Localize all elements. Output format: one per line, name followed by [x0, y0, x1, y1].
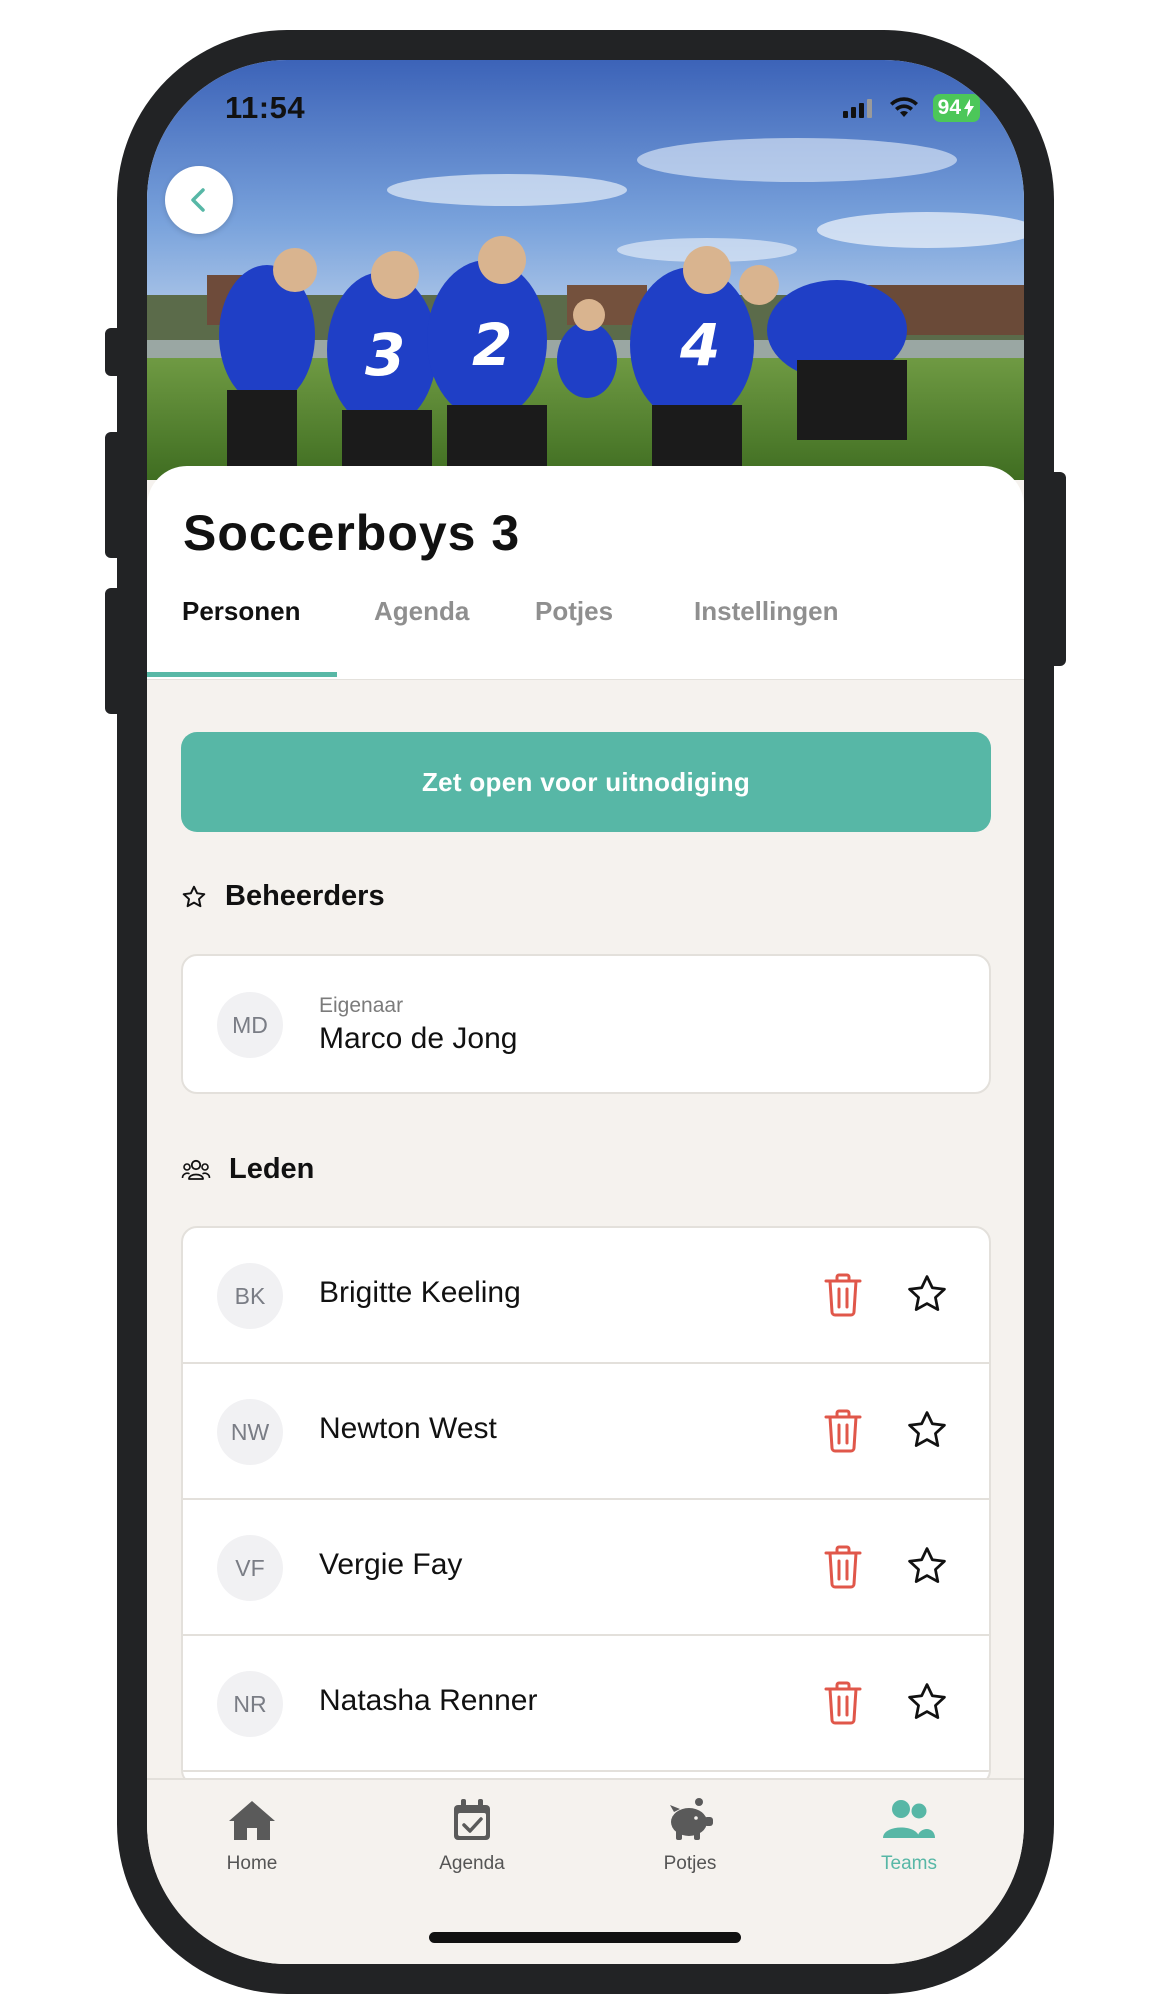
nav-label: Teams — [881, 1853, 937, 1874]
list-item[interactable]: BK Brigitte Keeling — [183, 1228, 989, 1364]
open-for-invitation-button[interactable]: Zet open voor uitnodiging — [181, 732, 991, 832]
star-icon[interactable] — [905, 1272, 949, 1316]
list-item[interactable]: NR Natasha Renner — [183, 1636, 989, 1772]
page-title: Soccerboys 3 — [183, 505, 521, 561]
jersey-number: 2 — [472, 311, 512, 379]
member-name: Natasha Renner — [319, 1684, 538, 1717]
members-section-header: Leden — [181, 1153, 314, 1186]
tab-potjes[interactable]: Potjes — [535, 596, 613, 627]
member-name: Newton West — [319, 1412, 497, 1445]
bottom-tab-bar: Home Agenda Potjes Teams — [147, 1778, 1024, 1964]
team-header: Soccerboys 3 Personen Agenda Potjes Inst… — [147, 466, 1024, 680]
tab-agenda[interactable]: Agenda — [374, 596, 469, 627]
avatar: MD — [217, 992, 283, 1058]
chevron-left-icon — [191, 188, 205, 212]
charging-bolt-icon — [964, 99, 974, 117]
member-name: Brigitte Keeling — [319, 1276, 521, 1309]
trash-icon[interactable] — [823, 1408, 863, 1454]
app-screen: 3 2 4 11:54 94 Soccerboys 3 Personen Age… — [147, 60, 1024, 1964]
jersey-number: 3 — [365, 321, 405, 389]
nav-label: Agenda — [439, 1853, 505, 1874]
section-title: Leden — [229, 1153, 315, 1185]
admins-section-header: Beheerders — [181, 880, 385, 913]
avatar: BK — [217, 1263, 283, 1329]
status-time: 11:54 — [225, 90, 306, 125]
battery-level: 94 — [937, 96, 961, 119]
nav-agenda[interactable]: Agenda — [412, 1798, 532, 1875]
cellular-signal-icon — [842, 99, 872, 118]
trash-icon[interactable] — [823, 1680, 863, 1726]
battery-indicator: 94 — [932, 94, 980, 122]
status-bar: 11:54 94 — [147, 60, 1024, 150]
calendar-check-icon — [454, 1799, 490, 1840]
avatar: NW — [217, 1399, 283, 1465]
admins-card: MD Eigenaar Marco de Jong — [181, 954, 991, 1094]
nav-label: Potjes — [663, 1853, 717, 1874]
admin-role: Eigenaar — [319, 994, 404, 1017]
group-icon — [181, 1159, 211, 1180]
wifi-icon — [889, 97, 918, 117]
back-button[interactable] — [165, 166, 233, 234]
jersey-number: 4 — [679, 311, 720, 379]
status-icons: 94 — [842, 94, 980, 122]
avatar: NR — [217, 1671, 283, 1737]
star-outline-icon — [182, 885, 206, 907]
list-item[interactable]: NW Newton West — [183, 1364, 989, 1500]
nav-label: Home — [226, 1853, 278, 1874]
nav-teams[interactable]: Teams — [849, 1798, 969, 1875]
tab-instellingen[interactable]: Instellingen — [694, 596, 838, 627]
home-indicator — [429, 1932, 741, 1943]
avatar: VF — [217, 1535, 283, 1601]
users-icon — [883, 1800, 935, 1838]
star-icon[interactable] — [905, 1680, 949, 1724]
trash-icon[interactable] — [823, 1272, 863, 1318]
admin-name: Marco de Jong — [319, 1022, 518, 1055]
piggy-bank-icon — [670, 1798, 713, 1840]
tab-bar: Personen Agenda Potjes Instellingen — [147, 596, 1024, 680]
trash-icon[interactable] — [823, 1544, 863, 1590]
star-icon[interactable] — [905, 1408, 949, 1452]
tab-personen[interactable]: Personen — [182, 596, 301, 627]
nav-home[interactable]: Home — [192, 1798, 312, 1875]
members-list: BK Brigitte Keeling NW Newton West VF Ve… — [181, 1226, 991, 1786]
home-icon — [229, 1801, 275, 1840]
nav-potjes[interactable]: Potjes — [630, 1798, 750, 1875]
member-name: Vergie Fay — [319, 1548, 463, 1581]
list-item[interactable]: VF Vergie Fay — [183, 1500, 989, 1636]
active-tab-indicator — [147, 672, 337, 677]
section-title: Beheerders — [225, 880, 385, 912]
star-icon[interactable] — [905, 1544, 949, 1588]
